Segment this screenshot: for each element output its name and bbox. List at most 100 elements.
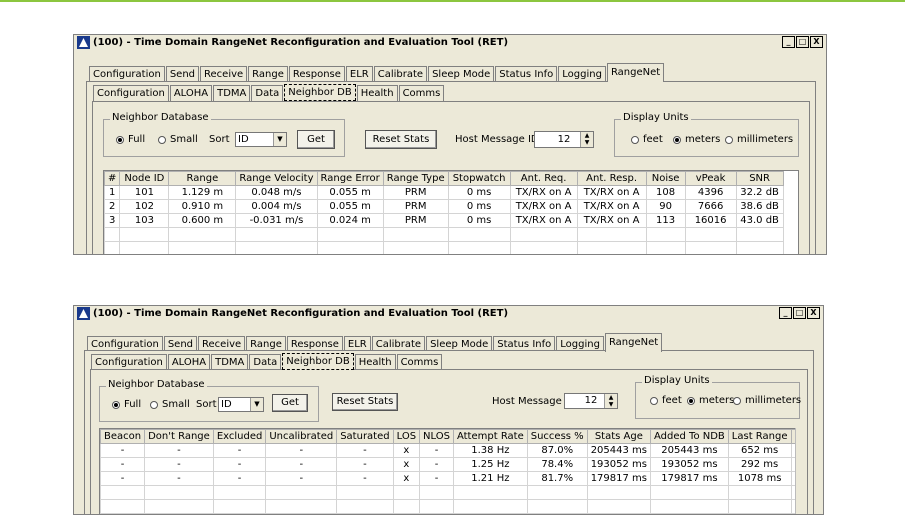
neighbor-grid-top[interactable]: # Node ID Range Range Velocity Range Error Ra… xyxy=(103,170,799,254)
tab-send[interactable]: Send xyxy=(165,66,200,82)
radio-full[interactable]: Full xyxy=(116,134,145,145)
minimize-button[interactable]: _ xyxy=(782,36,795,48)
empty-cell xyxy=(392,485,421,500)
column-header[interactable]: Don't Range xyxy=(144,429,214,444)
column-header[interactable]: NLOS xyxy=(419,429,454,444)
sub-tab-bar: Configuration ALOHA TDMA Data Neighbor D… xyxy=(93,84,445,101)
column-header[interactable]: Excluded xyxy=(212,429,267,444)
subtab-tdma[interactable]: TDMA xyxy=(213,85,251,101)
column-header[interactable]: Success % xyxy=(526,429,588,444)
radio-small[interactable]: Small xyxy=(158,134,198,145)
maximize-button[interactable]: □ xyxy=(796,36,809,48)
table-cell: 32.2 dB xyxy=(735,185,784,200)
radio-full-label: Full xyxy=(124,399,142,410)
tab-rangenet[interactable]: RangeNet xyxy=(604,333,663,352)
empty-row xyxy=(100,485,797,500)
subtab-aloha[interactable]: ALOHA xyxy=(169,85,213,101)
radio-feet[interactable]: feet xyxy=(631,134,663,145)
tab-receive[interactable]: Receive xyxy=(200,66,248,82)
radio-millimeters[interactable]: millimeters xyxy=(733,395,801,406)
column-header[interactable]: Ant. Resp. xyxy=(576,171,647,186)
column-header[interactable]: Saturated xyxy=(336,429,394,444)
empty-cell xyxy=(576,241,647,254)
table-cell: 0.055 m xyxy=(316,185,384,200)
subtab-data[interactable]: Data xyxy=(249,354,282,370)
subtab-aloha[interactable]: ALOHA xyxy=(167,354,211,370)
tab-status-info[interactable]: Status Info xyxy=(495,66,558,82)
column-header[interactable]: Range Velocity xyxy=(235,171,318,186)
column-header[interactable]: Noise xyxy=(645,171,686,186)
column-header[interactable]: Beacon xyxy=(100,429,146,444)
radio-millimeters[interactable]: millimeters xyxy=(725,134,793,145)
subtab-tdma[interactable]: TDMA xyxy=(211,354,249,370)
table-cell: 4396 xyxy=(684,185,737,200)
subtab-health[interactable]: Health xyxy=(356,85,398,101)
radio-feet[interactable]: feet xyxy=(650,395,682,406)
table-cell: 90 xyxy=(645,199,686,214)
minimize-button[interactable]: _ xyxy=(779,307,792,319)
column-header[interactable]: Node ID xyxy=(119,171,170,186)
table-row[interactable]: - - - - - x -1.21 Hz 81.7% 179817 ms 179817 ms 107… xyxy=(100,471,797,486)
subtab-health[interactable]: Health xyxy=(354,354,396,370)
reset-stats-button[interactable]: Reset Stats xyxy=(332,393,398,411)
radio-meters[interactable]: meters xyxy=(687,395,734,406)
table-row[interactable]: 2 102 0.910 m 0.004 m/s 0.055 m PRM 0 ms TX/RX … xyxy=(104,199,784,214)
column-header[interactable]: Attempt Rate xyxy=(452,429,528,444)
get-button[interactable]: Get xyxy=(272,394,308,412)
tab-response[interactable]: Response xyxy=(288,66,345,82)
tab-calibrate[interactable]: Calibrate xyxy=(373,66,428,82)
column-header[interactable]: Last Range xyxy=(727,429,792,444)
column-header[interactable]: Range xyxy=(168,171,237,186)
empty-cell xyxy=(452,499,528,514)
empty-cell xyxy=(684,227,737,242)
app-logo-icon xyxy=(77,307,90,320)
subtab-comms[interactable]: Comms xyxy=(398,85,445,101)
close-button[interactable]: X xyxy=(810,36,823,48)
subtab-neighbor-db[interactable]: Neighbor DB xyxy=(284,84,356,101)
subtab-configuration[interactable]: Configuration xyxy=(93,85,169,101)
column-header[interactable]: Ant. Req. xyxy=(509,171,578,186)
table-row[interactable]: - - - - - x -1.38 Hz 87.0% 205443 ms 205443 ms 652… xyxy=(100,443,797,458)
column-header[interactable]: # xyxy=(104,171,121,186)
column-header[interactable]: LOS xyxy=(392,429,421,444)
table-row[interactable]: 1 101 1.129 m 0.048 m/s 0.055 m PRM 0 ms TX/RX … xyxy=(104,185,784,200)
table-cell: -0.031 m/s xyxy=(235,213,318,228)
sort-select[interactable]: ID ▼ xyxy=(235,132,287,147)
table-cell: PRM xyxy=(382,185,449,200)
column-header[interactable]: vPeak xyxy=(684,171,737,186)
radio-full[interactable]: Full xyxy=(112,399,141,410)
tab-logging[interactable]: Logging xyxy=(558,66,606,82)
subtab-neighbor-db[interactable]: Neighbor DB xyxy=(282,353,354,370)
neighbor-grid-bottom[interactable]: Beacon Don't Range Excluded Uncalibrated Sat… xyxy=(99,428,798,514)
tab-sleep-mode[interactable]: Sleep Mode xyxy=(428,66,495,82)
subtab-configuration[interactable]: Configuration xyxy=(91,354,167,370)
reset-stats-button[interactable]: Reset Stats xyxy=(365,130,437,149)
table-cell: - xyxy=(265,457,338,472)
empty-cell xyxy=(235,227,318,242)
column-header[interactable]: Stats Age xyxy=(586,429,652,444)
host-message-id-spinner[interactable]: 12 ▲ ▼ xyxy=(534,131,594,148)
sort-select[interactable]: ID ▼ xyxy=(218,397,264,412)
column-header[interactable]: Range Error xyxy=(316,171,384,186)
table-row[interactable]: - - - - - x -1.25 Hz 78.4% 193052 ms 193052 ms 292… xyxy=(100,457,797,472)
get-button[interactable]: Get xyxy=(297,130,335,149)
column-header[interactable]: Added To NDB xyxy=(650,429,729,444)
close-button[interactable]: X xyxy=(807,307,820,319)
subtab-comms[interactable]: Comms xyxy=(396,354,443,370)
vertical-scrollbar[interactable] xyxy=(795,428,804,514)
column-header[interactable]: Uncalibrated xyxy=(265,429,338,444)
column-header[interactable]: Stopwatch xyxy=(447,171,511,186)
column-header[interactable]: SNR xyxy=(735,171,784,186)
tab-rangenet[interactable]: RangeNet xyxy=(606,63,665,82)
tab-range[interactable]: Range xyxy=(248,66,288,82)
table-row[interactable]: 3 103 0.600 m -0.031 m/s 0.024 m PRM 0 ms TX/RX… xyxy=(104,213,784,228)
radio-meters[interactable]: meters xyxy=(673,134,720,145)
column-header[interactable]: Range Type xyxy=(382,171,449,186)
tab-elr[interactable]: ELR xyxy=(345,66,373,82)
table-cell: 102 xyxy=(119,199,170,214)
host-message-id-spinner[interactable]: 12 ▲ ▼ xyxy=(564,393,618,409)
maximize-button[interactable]: □ xyxy=(793,307,806,319)
tab-configuration[interactable]: Configuration xyxy=(89,66,165,82)
radio-small[interactable]: Small xyxy=(150,399,190,410)
subtab-data[interactable]: Data xyxy=(251,85,284,101)
